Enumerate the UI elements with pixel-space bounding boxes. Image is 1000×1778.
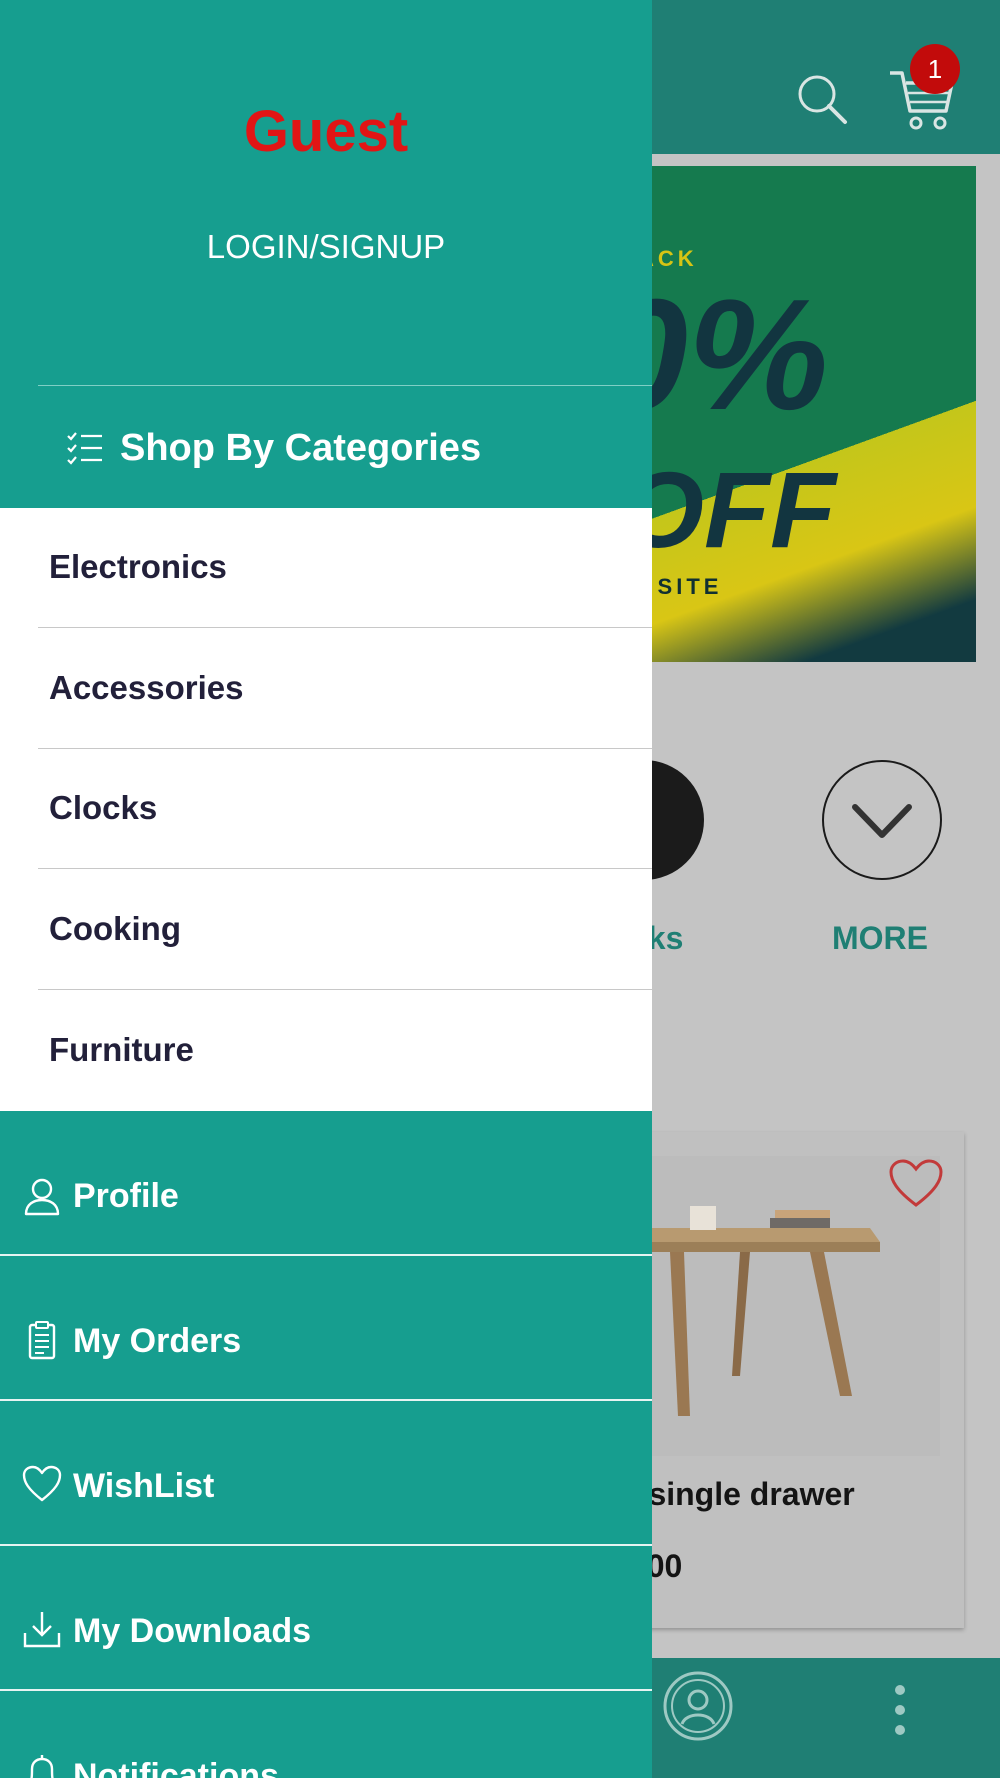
menu-label: Profile	[73, 1177, 179, 1215]
chevron-down-icon	[852, 804, 912, 838]
category-item-furniture[interactable]: Furniture	[0, 991, 652, 1111]
category-item-clocks[interactable]: Clocks	[0, 749, 652, 869]
category-label: Cooking	[49, 910, 181, 947]
cart-count-badge: 1	[910, 44, 960, 94]
user-icon	[24, 1178, 60, 1216]
product-name: n single drawer	[620, 1476, 855, 1512]
user-name: Guest	[243, 99, 409, 164]
category-label: Electronics	[49, 548, 227, 585]
menu-label: My Orders	[73, 1322, 242, 1360]
navigation-drawer: Guest LOGIN/SIGNUP Shop By Categories El…	[0, 0, 652, 1778]
menu-item-my-orders[interactable]: My Orders	[0, 1256, 652, 1401]
menu-item-notifications[interactable]: Notifications	[0, 1691, 652, 1778]
divider	[38, 868, 652, 869]
menu-item-my-downloads[interactable]: My Downloads	[0, 1546, 652, 1691]
shop-by-categories-header[interactable]: Shop By Categories	[66, 418, 481, 478]
divider	[38, 627, 652, 628]
divider	[38, 989, 652, 990]
wishlist-heart-icon[interactable]	[888, 1158, 944, 1210]
category-item-accessories[interactable]: Accessories	[0, 629, 652, 749]
menu-label: My Downloads	[73, 1612, 312, 1650]
category-item-cooking[interactable]: Cooking	[0, 870, 652, 990]
checklist-icon	[67, 432, 102, 465]
more-categories-label: MORE	[832, 920, 928, 956]
banner-percent-text: 0%	[630, 267, 829, 443]
more-categories-button[interactable]	[822, 760, 942, 880]
category-label: Accessories	[49, 669, 244, 706]
divider	[38, 385, 652, 386]
heart-icon	[22, 1465, 62, 1502]
account-icon[interactable]	[662, 1670, 734, 1742]
more-vertical-icon[interactable]	[890, 1682, 910, 1738]
bell-icon	[30, 1755, 54, 1778]
category-list: Electronics Accessories Clocks Cooking F…	[0, 508, 652, 1111]
promo-banner[interactable]: ACK 0% OFF T SITE	[630, 166, 976, 662]
download-icon	[23, 1612, 61, 1648]
menu-label: Notifications	[73, 1757, 279, 1778]
menu-item-wishlist[interactable]: WishList	[0, 1401, 652, 1546]
category-item-electronics[interactable]: Electronics	[0, 508, 652, 628]
shop-by-categories-label: Shop By Categories	[120, 426, 482, 469]
login-signup-link[interactable]: LOGIN/SIGNUP	[0, 228, 652, 266]
search-icon[interactable]	[795, 72, 851, 128]
banner-off-text: OFF	[630, 449, 836, 570]
menu-item-profile[interactable]: Profile	[0, 1111, 652, 1256]
clipboard-icon	[28, 1321, 56, 1360]
product-card[interactable]: n single drawer 9.00	[620, 1132, 964, 1628]
category-label: Clocks	[49, 789, 158, 826]
menu-label: WishList	[73, 1467, 215, 1505]
category-label: Furniture	[49, 1031, 194, 1068]
